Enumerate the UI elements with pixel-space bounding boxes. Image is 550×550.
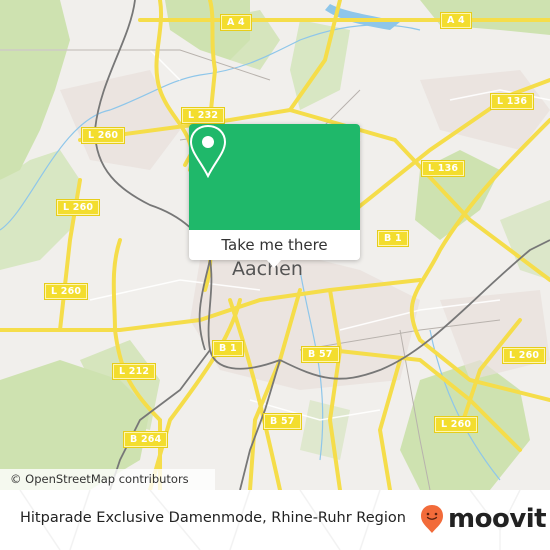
road-label-l136-center: L 136	[420, 160, 466, 177]
road-label-b1-west: B 1	[212, 340, 244, 357]
map-view[interactable]: A 4 A 4 L 232 L 260 L 260 L 260 L 136 L …	[0, 0, 550, 490]
road-label-l260-west: L 260	[55, 199, 101, 216]
road-label-l136-east: L 136	[489, 93, 535, 110]
road-label-b1-east: B 1	[377, 230, 409, 247]
road-label-b57-south: B 57	[263, 413, 302, 430]
road-label-b57-center: B 57	[301, 346, 340, 363]
moovit-pin-icon	[421, 505, 443, 533]
popup-header	[189, 124, 360, 230]
map-attribution[interactable]: © OpenStreetMap contributors	[0, 469, 215, 490]
road-label-b264: B 264	[122, 431, 169, 448]
moovit-wordmark: moovit	[448, 504, 547, 534]
road-label-a4-west: A 4	[220, 14, 252, 31]
place-name: Hitparade Exclusive Damenmode, Rhine-Ruh…	[20, 510, 406, 526]
road-label-l260-north: L 260	[80, 127, 126, 144]
popup-pointer	[266, 259, 282, 268]
road-label-l260-southeast: L 260	[433, 416, 479, 433]
take-me-there-button[interactable]: Take me there	[189, 230, 360, 260]
road-label-l212: L 212	[111, 363, 157, 380]
moovit-logo[interactable]: moovit	[420, 504, 547, 534]
road-label-l260-southwest: L 260	[43, 283, 89, 300]
location-popup: Take me there	[189, 124, 360, 268]
footer: Hitparade Exclusive Damenmode, Rhine-Ruh…	[0, 490, 550, 550]
road-label-a4-east: A 4	[440, 12, 472, 29]
location-pin-icon	[189, 124, 227, 178]
road-label-l260-east: L 260	[501, 347, 547, 364]
road-label-l232: L 232	[180, 107, 226, 124]
